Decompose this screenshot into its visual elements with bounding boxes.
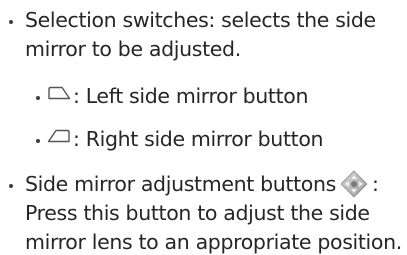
item-text-line: mirror lens to an appropriate position. xyxy=(25,230,402,254)
item-text-line: Press this button to adjust the side xyxy=(25,201,370,225)
bullet xyxy=(9,184,13,188)
right-mirror-label: : Right side mirror button xyxy=(73,127,324,151)
bullet xyxy=(36,139,40,143)
left-mirror-label: : Left side mirror button xyxy=(73,84,309,108)
item-text-line: mirror to be adjusted. xyxy=(25,37,241,61)
directional-pad-icon xyxy=(340,170,368,198)
item-text-line: Side mirror adjustment buttons xyxy=(25,172,336,196)
bullet xyxy=(9,20,13,24)
item-text-colon: : xyxy=(372,172,379,196)
bullet xyxy=(36,96,40,100)
item-text-line: Selection switches: selects the side xyxy=(25,8,376,32)
right-side-mirror-icon xyxy=(47,129,70,143)
left-side-mirror-icon xyxy=(48,86,71,100)
